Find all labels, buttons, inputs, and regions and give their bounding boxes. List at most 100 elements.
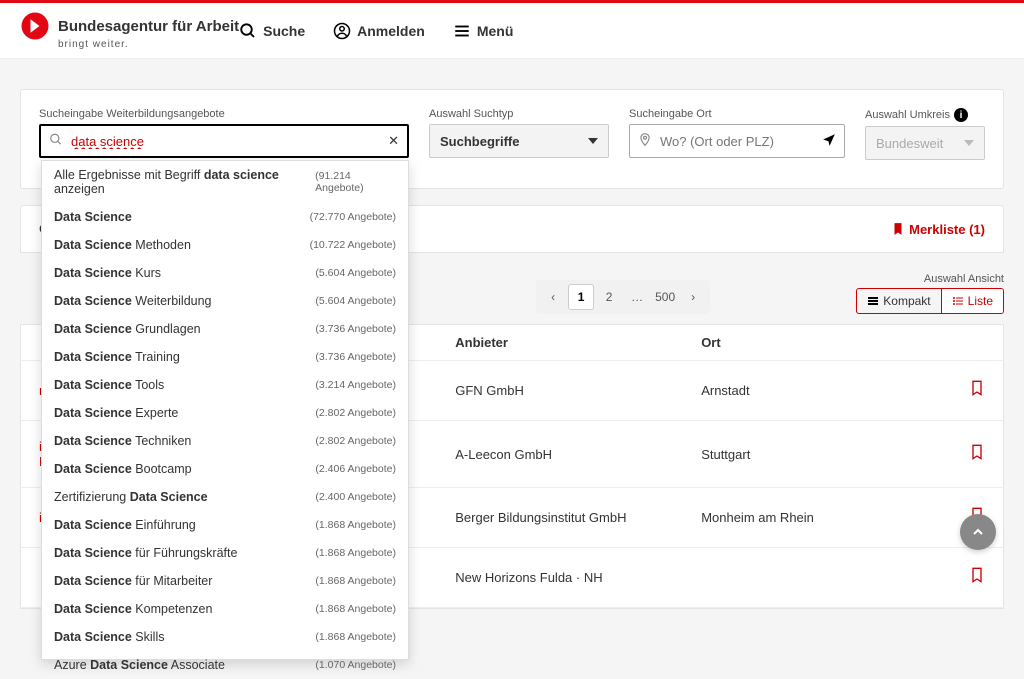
- header-search-button[interactable]: Suche: [239, 22, 305, 40]
- suggestion-item[interactable]: Alle Ergebnisse mit Begriff data science…: [42, 161, 408, 203]
- locate-icon[interactable]: [822, 133, 836, 150]
- radius-select[interactable]: Bundesweit: [865, 126, 985, 160]
- suggestion-item[interactable]: Data Science Einführung(1.868 Angebote): [42, 511, 408, 539]
- search-type-select[interactable]: Suchbegriffe: [429, 124, 609, 158]
- result-provider: A-Leecon GmbH: [455, 447, 701, 462]
- suggestion-label: Alle Ergebnisse mit Begriff data science…: [54, 168, 315, 196]
- query-input[interactable]: [71, 134, 377, 149]
- autocomplete-dropdown: Alle Ergebnisse mit Begriff data science…: [41, 160, 409, 660]
- query-input-wrap[interactable]: ✕ Alle Ergebnisse mit Begriff data scien…: [39, 124, 409, 158]
- suggestion-item[interactable]: Data Science(72.770 Angebote): [42, 203, 408, 231]
- page-next[interactable]: ›: [680, 284, 706, 310]
- suggestion-count: (2.406 Angebote): [315, 463, 396, 475]
- query-label: Sucheingabe Weiterbildungsangebote: [39, 108, 409, 120]
- hamburger-icon: [453, 22, 471, 40]
- login-label: Anmelden: [357, 23, 425, 39]
- page-last[interactable]: 500: [652, 284, 678, 310]
- merkliste-label: Merkliste (1): [909, 222, 985, 237]
- suggestion-item[interactable]: Azure Data Science Associate (1.070 Angeb…: [42, 651, 408, 679]
- suggestion-item[interactable]: Data Science Grundlagen (3.736 Angebote): [42, 315, 408, 343]
- col-provider: Anbieter: [455, 335, 701, 350]
- header-search-label: Suche: [263, 23, 305, 39]
- menu-button[interactable]: Menü: [453, 22, 514, 40]
- suggestion-label: Data Science Experte: [54, 406, 178, 420]
- suggestion-count: (10.722 Angebote): [310, 239, 396, 251]
- suggestion-item[interactable]: Data Science für Mitarbeiter (1.868 Angeb…: [42, 567, 408, 595]
- suggestion-item[interactable]: Data Science Techniken(2.802 Angebote): [42, 427, 408, 455]
- pin-icon: [638, 133, 652, 150]
- suggestion-label: Data Science Tools: [54, 378, 164, 392]
- suggestion-item[interactable]: Data Science Training (3.736 Angebote): [42, 343, 408, 371]
- type-label: Auswahl Suchtyp: [429, 108, 609, 120]
- suggestion-count: (1.070 Angebote): [315, 659, 396, 671]
- location-input[interactable]: [660, 134, 814, 149]
- radius-label: Auswahl Umkreis i: [865, 108, 985, 122]
- suggestion-item[interactable]: Zertifizierung Data Science(2.400 Angebo…: [42, 483, 408, 511]
- search-type-value: Suchbegriffe: [440, 134, 519, 149]
- ba-logo-icon: [20, 11, 50, 41]
- pagination: ‹ 1 2 … 500 ›: [536, 280, 710, 314]
- result-provider: GFN GmbH: [455, 383, 701, 398]
- suggestion-count: (5.604 Angebote): [315, 295, 396, 307]
- info-icon[interactable]: i: [954, 108, 968, 122]
- suggestion-count: (3.736 Angebote): [315, 323, 396, 335]
- chevron-down-icon: [964, 140, 974, 146]
- suggestion-count: (1.868 Angebote): [315, 519, 396, 531]
- login-button[interactable]: Anmelden: [333, 22, 425, 40]
- search-icon: [49, 133, 63, 150]
- suggestion-item[interactable]: Data Science Skills (1.868 Angebote): [42, 623, 408, 651]
- result-location: Stuttgart: [701, 447, 928, 462]
- suggestion-item[interactable]: Data Science Bootcamp (2.406 Angebote): [42, 455, 408, 483]
- list-icon: [952, 295, 964, 307]
- suggestion-item[interactable]: Data Science für Führungskräfte(1.868 An…: [42, 539, 408, 567]
- suggestion-label: Data Science: [54, 210, 132, 224]
- suggestion-label: Data Science Techniken: [54, 434, 191, 448]
- suggestion-label: Data Science Weiterbildung: [54, 294, 212, 308]
- chevron-up-icon: [970, 524, 986, 540]
- suggestion-count: (2.400 Angebote): [315, 491, 396, 503]
- suggestion-label: Data Science Kurs: [54, 266, 161, 280]
- bookmark-icon: [891, 222, 905, 236]
- suggestion-item[interactable]: Data Science Weiterbildung (5.604 Angebot…: [42, 287, 408, 315]
- bookmark-button[interactable]: [969, 568, 985, 588]
- suggestion-item[interactable]: Data Science Kompetenzen(1.868 Angebote): [42, 595, 408, 623]
- location-input-wrap[interactable]: [629, 124, 845, 158]
- suggestion-count: (3.736 Angebote): [315, 351, 396, 363]
- loc-label: Sucheingabe Ort: [629, 108, 845, 120]
- page-2[interactable]: 2: [596, 284, 622, 310]
- suggestion-label: Data Science Kompetenzen: [54, 602, 212, 616]
- suggestion-label: Data Science Bootcamp: [54, 462, 192, 476]
- merkliste-link[interactable]: Merkliste (1): [891, 222, 985, 237]
- brand-slogan: bringt weiter.: [58, 39, 239, 50]
- suggestion-item[interactable]: Data Science Experte (2.802 Angebote): [42, 399, 408, 427]
- suggestion-label: Azure Data Science Associate: [54, 658, 225, 672]
- view-compact-button[interactable]: Kompakt: [857, 289, 940, 313]
- suggestion-label: Data Science für Mitarbeiter: [54, 574, 212, 588]
- suggestion-item[interactable]: Data Science Methoden (10.722 Angebote): [42, 231, 408, 259]
- brand-name: Bundesagentur für Arbeit: [58, 18, 239, 35]
- suggestion-count: (1.868 Angebote): [315, 631, 396, 643]
- clear-icon[interactable]: ✕: [388, 133, 399, 149]
- view-label: Auswahl Ansicht: [924, 273, 1004, 285]
- suggestion-item[interactable]: Data Science Kurs(5.604 Angebote): [42, 259, 408, 287]
- suggestion-count: (3.214 Angebote): [315, 379, 396, 391]
- suggestion-count: (1.868 Angebote): [315, 575, 396, 587]
- page-prev[interactable]: ‹: [540, 284, 566, 310]
- view-list-button[interactable]: Liste: [941, 289, 1003, 313]
- page-1[interactable]: 1: [568, 284, 594, 310]
- radius-value: Bundesweit: [876, 136, 943, 151]
- result-provider: Berger Bildungsinstitut GmbH: [455, 510, 701, 525]
- bookmark-button[interactable]: [969, 445, 985, 465]
- compact-icon: [867, 295, 879, 307]
- search-icon: [239, 22, 257, 40]
- bookmark-button[interactable]: [969, 381, 985, 401]
- suggestion-count: (2.802 Angebote): [315, 407, 396, 419]
- suggestion-label: Data Science Grundlagen: [54, 322, 201, 336]
- suggestion-item[interactable]: Data Science Tools (3.214 Angebote): [42, 371, 408, 399]
- suggestion-count: (1.868 Angebote): [315, 547, 396, 559]
- page-dots: …: [624, 284, 650, 310]
- suggestion-label: Data Science Training: [54, 350, 180, 364]
- suggestion-label: Data Science Skills: [54, 630, 164, 644]
- suggestion-label: Data Science Methoden: [54, 238, 191, 252]
- scroll-top-button[interactable]: [960, 514, 996, 550]
